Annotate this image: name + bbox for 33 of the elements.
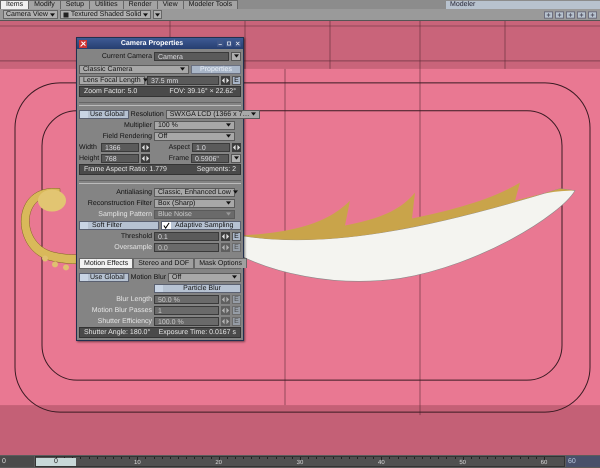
slider-arrows-icon[interactable] [221, 232, 230, 240]
slider-arrows-icon[interactable] [141, 154, 150, 162]
slider-arrows-icon[interactable] [141, 142, 150, 152]
caret-icon [232, 275, 237, 279]
view-control-icon[interactable] [566, 10, 575, 18]
caret-icon [251, 112, 256, 116]
caret-icon [234, 156, 238, 160]
caret-icon [143, 12, 148, 16]
options-dropdown[interactable] [153, 10, 162, 19]
slider-arrows-icon[interactable] [232, 142, 241, 152]
caret-icon [232, 190, 238, 194]
caret-icon [155, 12, 160, 16]
dropdown-button[interactable] [231, 52, 241, 60]
slider-arrows-icon[interactable] [221, 306, 230, 314]
view-control-icon[interactable] [588, 10, 597, 18]
check-icon [163, 222, 170, 228]
window-buttons-icon[interactable] [217, 40, 241, 47]
slider-arrows-icon[interactable] [221, 76, 230, 84]
slider-arrows-icon[interactable] [221, 242, 230, 252]
view-control-icon[interactable] [555, 10, 564, 18]
caret-icon [50, 12, 55, 16]
slider-arrows-icon[interactable] [221, 316, 230, 326]
dropdown-button[interactable] [231, 154, 241, 162]
caret-icon [226, 123, 231, 127]
caret-icon [180, 67, 185, 71]
caret-icon [226, 134, 231, 138]
caret-icon [226, 201, 231, 205]
view-control-icon[interactable] [544, 10, 553, 18]
slider-arrows-icon[interactable] [221, 294, 230, 304]
view-control-icon[interactable] [577, 10, 586, 18]
caret-icon [226, 212, 231, 216]
caret-icon [234, 54, 238, 58]
app-logo-icon [79, 40, 87, 48]
